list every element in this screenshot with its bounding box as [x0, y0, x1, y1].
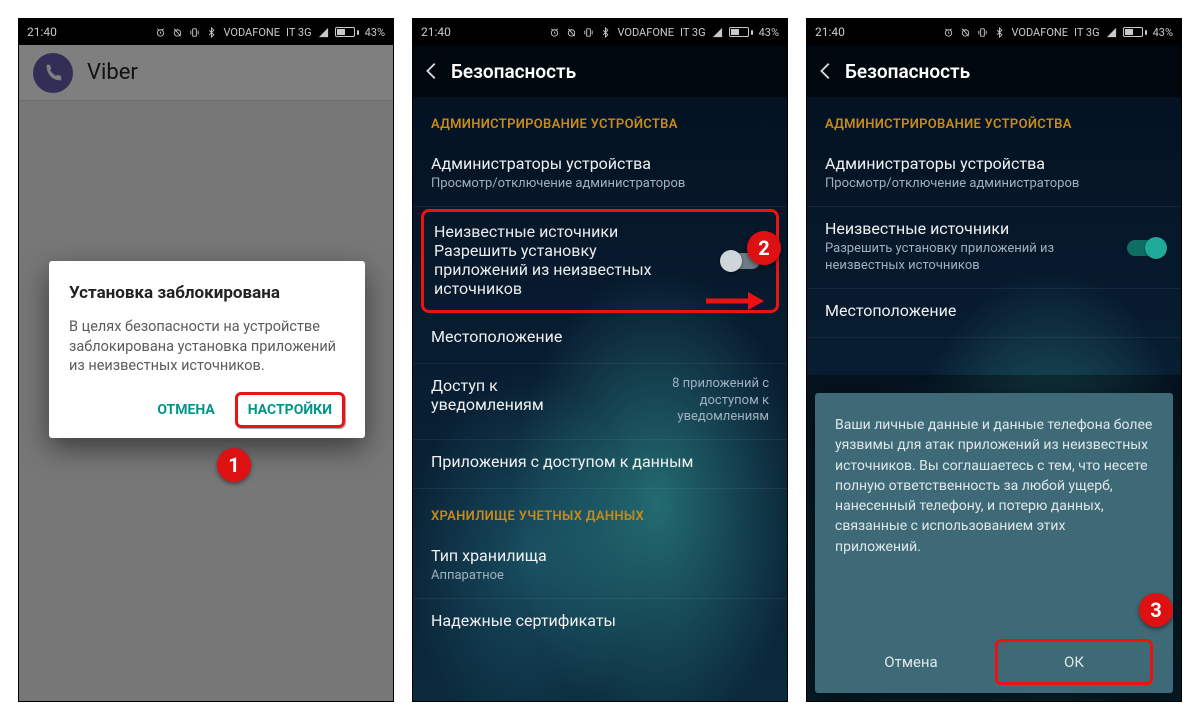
- row-sublabel: Просмотр/отключение администраторов: [825, 176, 1163, 192]
- row-location[interactable]: Местоположение: [413, 315, 787, 364]
- cancel-button[interactable]: ОТМЕНА: [145, 392, 226, 428]
- battery-indicator: [335, 27, 359, 37]
- status-right: VODAFONE IT 3G 43%: [155, 26, 385, 39]
- status-right: VODAFONE IT 3G 43%: [549, 26, 779, 39]
- row-sublabel: Разрешить установку приложений из неизве…: [434, 241, 684, 298]
- status-network: IT 3G: [1074, 26, 1100, 39]
- vibrate-icon: [977, 27, 988, 38]
- section-admin-header: АДМИНИСТРИРОВАНИЕ УСТРОЙСТВА: [413, 97, 787, 142]
- row-app-data-access[interactable]: Приложения с доступом к данным: [413, 440, 787, 489]
- status-battery: 43%: [1153, 26, 1173, 39]
- vibrate-icon: [189, 27, 200, 38]
- signal-icon: [712, 27, 723, 38]
- status-right: VODAFONE IT 3G 43%: [943, 26, 1173, 39]
- row-label: Местоположение: [431, 327, 769, 346]
- phone-1: 21:40 VODAFONE IT 3G 43%: [18, 18, 394, 702]
- dialog-actions: Отмена ОК: [835, 639, 1153, 685]
- status-bar: 21:40 VODAFONE IT 3G 43%: [413, 19, 787, 45]
- security-settings: Безопасность АДМИНИСТРИРОВАНИЕ УСТРОЙСТВ…: [807, 45, 1181, 701]
- status-battery: 43%: [759, 26, 779, 39]
- row-label: Администраторы устройства: [431, 154, 769, 173]
- row-label: Приложения с доступом к данным: [431, 452, 769, 471]
- row-label: Неизвестные источники: [434, 222, 766, 241]
- step-badge-2: 2: [747, 231, 781, 265]
- dialog-body: Ваши личные данные и данные телефона бол…: [835, 415, 1153, 629]
- settings-button[interactable]: НАСТРОЙКИ: [235, 392, 345, 428]
- settings-titlebar: Безопасность: [807, 45, 1181, 97]
- dialog-title: Установка заблокирована: [69, 283, 345, 303]
- settings-titlebar: Безопасность: [413, 45, 787, 97]
- step-badge-3: 3: [1139, 593, 1173, 627]
- row-value: 8 приложений с доступом к уведомлениям: [619, 376, 769, 425]
- status-battery: 43%: [365, 26, 385, 39]
- row-label: Доступ к уведомлениям: [431, 376, 601, 414]
- row-notification-access[interactable]: Доступ к уведомлениям 8 приложений с дос…: [413, 364, 787, 440]
- status-carrier: VODAFONE: [617, 26, 674, 39]
- row-storage-type[interactable]: Тип хранилища Аппаратное: [413, 534, 787, 599]
- row-device-admins[interactable]: Администраторы устройства Просмотр/отклю…: [807, 142, 1181, 207]
- row-label: Тип хранилища: [431, 546, 769, 565]
- unknown-sources-toggle[interactable]: [1127, 240, 1165, 256]
- row-unknown-sources[interactable]: Неизвестные источники Разрешить установк…: [807, 207, 1181, 289]
- phone-3: 21:40 VODAFONE IT 3G 43% Безопасность А: [806, 18, 1182, 702]
- row-label: Местоположение: [825, 301, 1163, 320]
- status-carrier: VODAFONE: [1011, 26, 1068, 39]
- row-trusted-certs[interactable]: Надежные сертификаты: [413, 599, 787, 647]
- row-sublabel: Разрешить установку приложений из неизве…: [825, 241, 1075, 274]
- dialog-actions: ОТМЕНА НАСТРОЙКИ: [69, 392, 345, 428]
- bluetooth-icon: [600, 27, 611, 38]
- status-network: IT 3G: [286, 26, 312, 39]
- dialog-body: В целях безопасности на устройстве забло…: [69, 317, 345, 376]
- row-label: Неизвестные источники: [825, 219, 1163, 238]
- status-bar: 21:40 VODAFONE IT 3G 43%: [19, 19, 393, 45]
- phone-row: 21:40 VODAFONE IT 3G 43%: [18, 18, 1182, 704]
- alarm-icon: [549, 27, 560, 38]
- bluetooth-icon: [206, 27, 217, 38]
- alarm-off-icon: [172, 27, 183, 38]
- status-time: 21:40: [815, 25, 845, 39]
- status-time: 21:40: [421, 25, 451, 39]
- status-bar: 21:40 VODAFONE IT 3G 43%: [807, 19, 1181, 45]
- signal-icon: [318, 27, 329, 38]
- row-sublabel: Аппаратное: [431, 568, 769, 584]
- settings-title: Безопасность: [451, 60, 576, 83]
- vibrate-icon: [583, 27, 594, 38]
- confirm-unknown-sources-dialog: Ваши личные данные и данные телефона бол…: [815, 393, 1173, 693]
- section-admin-header: АДМИНИСТРИРОВАНИЕ УСТРОЙСТВА: [807, 97, 1181, 142]
- ok-button[interactable]: ОК: [995, 639, 1153, 685]
- status-time: 21:40: [27, 25, 57, 39]
- back-icon[interactable]: [815, 60, 837, 82]
- row-device-admins[interactable]: Администраторы устройства Просмотр/отклю…: [413, 142, 787, 207]
- section-cred-header: ХРАНИЛИЩЕ УЧЕТНЫХ ДАННЫХ: [413, 489, 787, 534]
- settings-title: Безопасность: [845, 60, 970, 83]
- bluetooth-icon: [994, 27, 1005, 38]
- signal-icon: [1106, 27, 1117, 38]
- row-label: Надежные сертификаты: [431, 611, 769, 630]
- alarm-icon: [943, 27, 954, 38]
- cancel-button[interactable]: Отмена: [835, 639, 987, 685]
- step-badge-1: 1: [217, 448, 251, 482]
- status-network: IT 3G: [680, 26, 706, 39]
- security-settings[interactable]: Безопасность АДМИНИСТРИРОВАНИЕ УСТРОЙСТВ…: [413, 45, 787, 701]
- row-label: Администраторы устройства: [825, 154, 1163, 173]
- back-icon[interactable]: [421, 60, 443, 82]
- status-carrier: VODAFONE: [223, 26, 280, 39]
- phone-2: 21:40 VODAFONE IT 3G 43% Безопасность А: [412, 18, 788, 702]
- alarm-off-icon: [566, 27, 577, 38]
- battery-indicator: [1123, 27, 1147, 37]
- alarm-icon: [155, 27, 166, 38]
- row-sublabel: Просмотр/отключение администраторов: [431, 176, 769, 192]
- row-unknown-sources[interactable]: Неизвестные источники Разрешить установк…: [421, 209, 779, 313]
- row-location[interactable]: Местоположение: [807, 289, 1181, 338]
- battery-indicator: [729, 27, 753, 37]
- arrow-icon: [704, 290, 764, 312]
- alarm-off-icon: [960, 27, 971, 38]
- install-blocked-dialog: Установка заблокирована В целях безопасн…: [49, 261, 365, 438]
